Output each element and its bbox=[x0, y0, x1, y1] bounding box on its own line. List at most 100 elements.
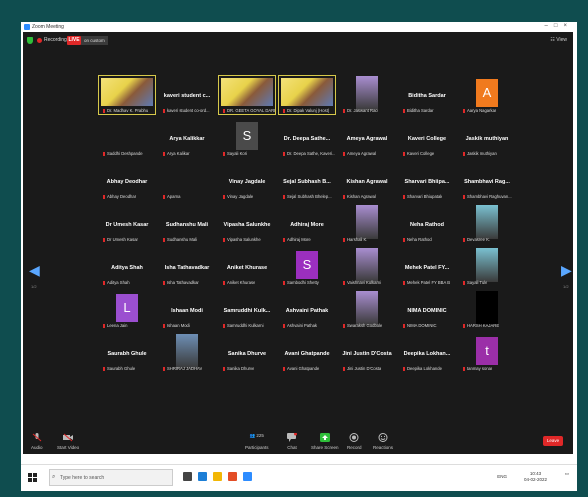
view-button[interactable]: ☷ View bbox=[550, 37, 567, 43]
taskbar-search-input[interactable]: ⌕ Type here to search bbox=[49, 469, 173, 486]
participant-tile[interactable]: Shambhavi Rag... Shambhavi Raghuvan... bbox=[459, 162, 515, 200]
participant-tile[interactable]: Aditya Shah Aditya Shah bbox=[99, 248, 155, 286]
participant-tile[interactable]: Vinay Jagdale Vinay Jagdale bbox=[219, 162, 275, 200]
participant-name: Ameya Agrawal bbox=[346, 135, 388, 142]
participant-caption-text: Ishaan Modi bbox=[167, 323, 190, 328]
participant-caption-text: kaveri student co-ord... bbox=[167, 108, 210, 113]
participant-tile[interactable]: Sanika Dhurve Sanika Dhurve bbox=[219, 334, 275, 372]
participant-caption: Kishan Agrawal bbox=[343, 194, 376, 199]
edge-browser-icon[interactable] bbox=[198, 472, 207, 481]
participant-tile[interactable]: Neha Rathod Neha Rathod bbox=[399, 205, 455, 243]
participant-caption-text: Aniket Khurase bbox=[227, 280, 256, 285]
file-explorer-icon[interactable] bbox=[213, 472, 222, 481]
participant-tile[interactable]: Saurabh Ghule Saurabh Ghule bbox=[99, 334, 155, 372]
participant-tile[interactable]: Vipasha Salunkhe Vipasha Salunkhe bbox=[219, 205, 275, 243]
muted-mic-icon bbox=[343, 281, 345, 285]
participant-tile[interactable]: Sharvari Bhiipa... Sharvari Bhiupatak bbox=[399, 162, 455, 200]
participant-tile[interactable]: Devasree K. bbox=[459, 205, 515, 243]
muted-mic-icon bbox=[343, 324, 345, 328]
share-screen-label: Share Screen bbox=[311, 445, 339, 450]
reactions-label: Reactions bbox=[373, 445, 394, 450]
previous-page-label: 1/2 bbox=[31, 284, 37, 289]
participant-tile[interactable]: HARSH KAJARE bbox=[459, 291, 515, 329]
muted-mic-icon bbox=[163, 324, 165, 328]
participant-tile[interactable]: Dr Umesh Kasar Dr Umesh Kasar bbox=[99, 205, 155, 243]
live-badge[interactable]: LIVE bbox=[67, 36, 81, 45]
share-screen-icon bbox=[319, 433, 330, 442]
live-stream-label[interactable]: on custom bbox=[81, 36, 108, 45]
participant-caption-text: Vinay Jagdale bbox=[227, 194, 254, 199]
task-view-icon[interactable] bbox=[183, 472, 192, 481]
participant-tile[interactable]: Isha Tathavadkar Isha Tathavadkar bbox=[159, 248, 215, 286]
participant-tile[interactable]: DR. GEETA GOYAL DARE bbox=[218, 75, 276, 115]
reactions-button[interactable]: Reactions bbox=[373, 433, 393, 450]
participant-tile[interactable]: Swaraksh Godbole bbox=[339, 291, 395, 329]
participant-tile[interactable]: Dr. Madhav K. Prabhu bbox=[98, 75, 156, 115]
participant-tile[interactable]: Dr. Deepa Sathe... Dr. Deepa Sathe, Kaver… bbox=[279, 119, 335, 157]
participant-tile[interactable]: Ishaan Modi Ishaan Modi bbox=[159, 291, 215, 329]
participant-caption: Aparna bbox=[163, 194, 181, 199]
avatar: S bbox=[236, 122, 258, 150]
participant-tile[interactable]: Jaskik muthiyan Jaskik muthiyan bbox=[459, 119, 515, 157]
participants-button[interactable]: 👥 225 Participants bbox=[245, 433, 269, 450]
window-title: Zoom Meeting bbox=[32, 24, 64, 30]
window-controls[interactable]: –□× bbox=[545, 23, 573, 29]
participant-caption: Aniket Khurase bbox=[223, 280, 255, 285]
windows-start-icon[interactable] bbox=[28, 473, 37, 482]
participant-tile[interactable]: Sejal Subhash B... Sejal Subhash Bhelep..… bbox=[279, 162, 335, 200]
participant-tile[interactable]: A Aarya Nagarkar bbox=[459, 76, 515, 114]
notification-icon[interactable]: ▭ bbox=[565, 471, 569, 477]
participant-tile[interactable]: Mehek Patel FY... Mehek Patel FY BBA B bbox=[399, 248, 455, 286]
participant-tile[interactable]: Sudhanshu Mali Sudhanshu Mali bbox=[159, 205, 215, 243]
next-page-icon[interactable]: ▶ bbox=[561, 262, 572, 279]
leave-button[interactable]: Leave bbox=[543, 436, 563, 446]
participant-tile[interactable]: Biditha Sardar Biditha Sardar bbox=[399, 76, 455, 114]
taskbar-clock[interactable]: 10:43 04-02-2022 bbox=[524, 471, 547, 483]
muted-mic-icon bbox=[223, 109, 225, 113]
participant-tile[interactable]: Dr. Jaswant Rao bbox=[339, 76, 395, 114]
audio-button[interactable]: Audio bbox=[31, 433, 43, 450]
participant-tile[interactable]: Aniket Khurase Aniket Khurase bbox=[219, 248, 275, 286]
avatar: L bbox=[116, 294, 138, 322]
participant-tile[interactable]: S Sayali Kori bbox=[219, 119, 275, 157]
participant-tile[interactable]: Ashvaini Pathak Ashvaini Pathak bbox=[279, 291, 335, 329]
chrome-icon[interactable] bbox=[228, 472, 237, 481]
participant-tile[interactable]: Harshali K. bbox=[339, 205, 395, 243]
zoom-taskbar-icon[interactable] bbox=[243, 472, 252, 481]
participant-tile[interactable]: t tanmay sonar bbox=[459, 334, 515, 372]
participant-caption: Sayali Tule bbox=[463, 280, 487, 285]
participant-tile[interactable]: Jini Justin D'Costa Jini Justin D'Costa bbox=[339, 334, 395, 372]
security-shield-icon[interactable] bbox=[27, 37, 33, 44]
participant-tile[interactable]: SHRIRAJ JADHAV bbox=[159, 334, 215, 372]
participant-caption-text: Dr. Madhav K. Prabhu bbox=[107, 108, 149, 113]
participant-tile[interactable]: Kishan Agrawal Kishan Agrawal bbox=[339, 162, 395, 200]
participants-label: Participants bbox=[245, 445, 269, 450]
participant-tile[interactable]: S Sambodhi Shetty bbox=[279, 248, 335, 286]
chat-button[interactable]: Chat bbox=[287, 433, 297, 450]
participant-tile[interactable]: Saddhi Deshpande bbox=[99, 119, 155, 157]
participant-tile[interactable]: Vaishnavi Kulkarni bbox=[339, 248, 395, 286]
participant-tile[interactable]: Aparna bbox=[159, 162, 215, 200]
previous-page-icon[interactable]: ◀ bbox=[29, 262, 40, 279]
participant-caption-text: Saurabh Ghule bbox=[107, 366, 136, 371]
participant-tile[interactable]: L Leena Jain bbox=[99, 291, 155, 329]
participant-tile[interactable]: Deepika Lokhan... Deepika Lokhande bbox=[399, 334, 455, 372]
participant-tile[interactable]: Avani Ghatpande Avani Ghatpande bbox=[279, 334, 335, 372]
participant-tile[interactable]: Arya Kalikkar Arya Kalikar bbox=[159, 119, 215, 157]
participant-name: Neha Rathod bbox=[410, 221, 444, 228]
participant-tile[interactable]: Abhay Deodhar Abhay Deodhar bbox=[99, 162, 155, 200]
participant-tile[interactable]: Samruddhi Kulk... Samruddhi Kulkarni bbox=[219, 291, 275, 329]
participant-tile[interactable]: NIMA DOMINIC NIMA DOMINIC bbox=[399, 291, 455, 329]
participant-tile[interactable]: Adhiraj More Adhiraj More bbox=[279, 205, 335, 243]
participant-name: Adhiraj More bbox=[290, 221, 324, 228]
participant-tile[interactable]: kaveri student c... kaveri student co-ord… bbox=[159, 76, 215, 114]
share-screen-button[interactable]: Share Screen bbox=[311, 433, 339, 450]
participant-tile[interactable]: Sayali Tule bbox=[459, 248, 515, 286]
tray-lang[interactable]: ENG bbox=[497, 474, 507, 479]
record-button[interactable]: Record bbox=[347, 433, 362, 450]
participant-tile[interactable]: Dr. Dipak Valunj (Host) bbox=[278, 75, 336, 115]
recording-label[interactable]: Recording bbox=[44, 37, 67, 43]
start-video-button[interactable]: Start Video bbox=[57, 433, 79, 450]
participant-tile[interactable]: Ameya Agrawal Ameya Agrawal bbox=[339, 119, 395, 157]
participant-tile[interactable]: Kaveri College Kaveri College bbox=[399, 119, 455, 157]
